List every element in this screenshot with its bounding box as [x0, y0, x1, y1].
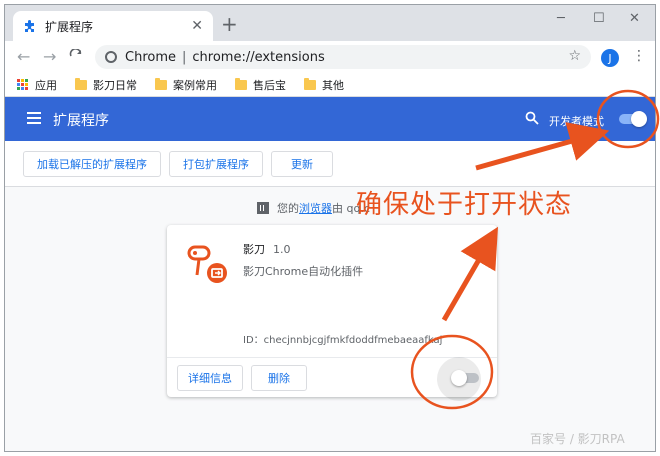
extension-id-row: ID：checjnnbjcgjfmkfdoddfmebaeaafkaj: [243, 331, 442, 346]
apps-grid-icon: [17, 78, 29, 91]
address-separator: |: [182, 49, 187, 65]
extension-id: checjnnbjcgjfmkfdoddfmebaeaafkaj: [263, 335, 443, 346]
bookmark-folder[interactable]: 影刀日常: [75, 77, 137, 93]
extension-enable-toggle[interactable]: [451, 370, 479, 386]
folder-icon: [155, 77, 167, 90]
pack-extension-button[interactable]: 打包扩展程序: [169, 151, 263, 177]
address-bar[interactable]: Chrome | chrome://extensions ☆: [95, 45, 591, 69]
forward-arrow-icon[interactable]: →: [43, 49, 56, 65]
bookmark-label: 其他: [322, 78, 344, 92]
annotation-text: 确保处于打开状态: [356, 190, 573, 220]
folder-icon: [75, 77, 87, 90]
chrome-site-icon: [105, 51, 117, 63]
close-window-button[interactable]: ✕: [629, 11, 640, 26]
yingdao-logo-icon: [187, 245, 227, 283]
back-arrow-icon[interactable]: ←: [17, 49, 30, 65]
bookmark-label: 售后宝: [253, 78, 286, 92]
managed-prefix: 您的: [277, 202, 299, 215]
bookmark-folder[interactable]: 案例常用: [155, 77, 217, 93]
load-unpacked-button[interactable]: 加载已解压的扩展程序: [23, 151, 161, 177]
extensions-header: 扩展程序 开发者模式: [5, 97, 655, 141]
extension-card: 影刀 1.0 影刀Chrome自动化插件 ID：checjnnbjcgjfmkfd…: [167, 225, 497, 401]
toggle-knob: [451, 370, 467, 386]
watermark: 百家号 / 影刀RPA: [530, 432, 625, 446]
extension-name-row: 影刀 1.0: [243, 241, 291, 257]
address-url: chrome://extensions: [192, 49, 325, 65]
address-host: Chrome: [125, 49, 176, 65]
extension-version: 1.0: [273, 243, 291, 256]
card-divider: [167, 357, 497, 358]
bookmark-label: 应用: [35, 78, 57, 92]
hamburger-menu-icon[interactable]: [27, 112, 41, 124]
puzzle-icon: [25, 20, 34, 32]
managed-browser-link[interactable]: 浏览器: [299, 200, 332, 216]
bookmark-apps[interactable]: 应用: [17, 77, 57, 93]
folder-icon: [304, 77, 316, 90]
tab-extensions[interactable]: 扩展程序 ✕: [13, 11, 213, 41]
bookmark-folder[interactable]: 其他: [304, 77, 344, 93]
toolbar: ← → Chrome | chrome://extensions ☆ J ⋮: [5, 41, 655, 73]
tab-close-icon[interactable]: ✕: [191, 18, 203, 34]
tab-strip: 扩展程序 ✕ + ─ ☐ ✕: [5, 5, 655, 41]
reload-icon[interactable]: [69, 49, 83, 63]
bookmark-star-icon[interactable]: ☆: [568, 48, 581, 64]
page-title: 扩展程序: [53, 113, 109, 129]
menu-kebab-icon[interactable]: ⋮: [632, 48, 646, 64]
building-icon: [257, 202, 269, 214]
bookmarks-bar: 应用 影刀日常 案例常用 售后宝 其他: [5, 73, 655, 97]
extension-id-label: ID：: [243, 335, 264, 346]
bookmark-folder[interactable]: 售后宝: [235, 77, 286, 93]
maximize-button[interactable]: ☐: [593, 11, 605, 26]
developer-mode-toggle[interactable]: [619, 111, 647, 127]
search-icon[interactable]: [525, 111, 539, 125]
bookmark-label: 案例常用: [173, 78, 217, 92]
folder-icon: [235, 77, 247, 90]
remove-button[interactable]: 删除: [251, 365, 307, 391]
bookmark-label: 影刀日常: [93, 78, 137, 92]
profile-avatar[interactable]: J: [601, 49, 619, 67]
action-bar: 加载已解压的扩展程序 打包扩展程序 更新: [5, 141, 655, 187]
toggle-knob: [631, 111, 647, 127]
managed-notice: 您的 浏览器 由 qq.c: [257, 200, 370, 216]
update-button[interactable]: 更新: [271, 151, 333, 177]
new-tab-button[interactable]: +: [221, 14, 238, 34]
browser-window: 扩展程序 ✕ + ─ ☐ ✕ ← → Chrome | chrome://ext…: [4, 4, 656, 452]
extension-name: 影刀: [243, 243, 265, 256]
developer-mode-label: 开发者模式: [549, 115, 604, 128]
minimize-button[interactable]: ─: [557, 11, 565, 26]
tab-title: 扩展程序: [45, 19, 94, 34]
details-button[interactable]: 详细信息: [177, 365, 243, 391]
extension-description: 影刀Chrome自动化插件: [243, 265, 364, 278]
